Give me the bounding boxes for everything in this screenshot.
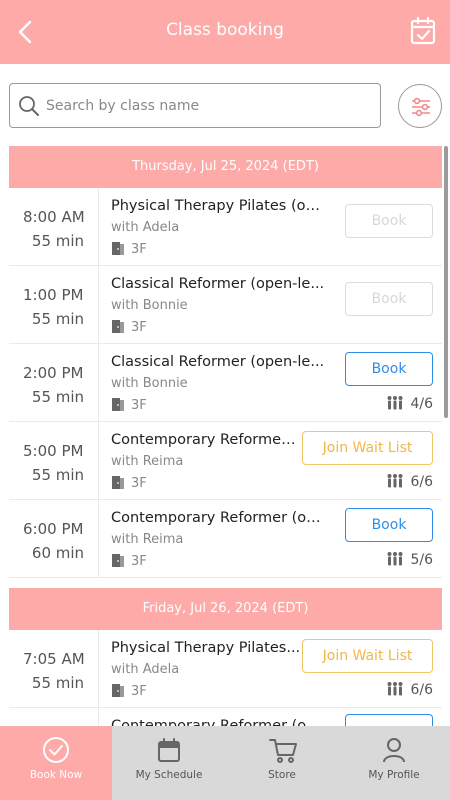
class-duration: 55 min	[31, 388, 85, 406]
class-duration: 55 min	[31, 674, 85, 692]
calendar-check-icon[interactable]	[410, 16, 436, 46]
capacity-count: 6/6	[386, 681, 433, 698]
room-label: 3F	[131, 398, 147, 413]
capacity-count: 5/6	[386, 551, 433, 568]
class-duration: 55 min	[31, 232, 85, 250]
tab-label: My Schedule	[135, 769, 203, 781]
time-column: 1:00 PM 55 min	[9, 266, 99, 344]
class-name[interactable]: Classical Reformer (open-le...	[111, 354, 326, 370]
search-box[interactable]	[9, 83, 381, 128]
join-wait-list-button[interactable]: Join Wait List	[302, 639, 433, 673]
class-time: 6:00 PM	[23, 520, 84, 538]
class-row[interactable]: 2:00 PM 55 min Classical Reformer (open-…	[9, 344, 442, 422]
day-spacer	[9, 578, 442, 588]
room-label: 3F	[131, 684, 147, 699]
class-instructor: with Reima	[111, 454, 184, 469]
capacity-count: 4/6	[386, 395, 433, 412]
room-label: 3F	[131, 320, 147, 335]
tab-my-schedule[interactable]: My Schedule	[113, 726, 225, 800]
class-instructor: with Bonnie	[111, 298, 188, 313]
class-row[interactable]: 8:00 AM 55 min Physical Therapy Pilates …	[9, 188, 442, 266]
people-icon	[387, 474, 403, 488]
door-icon	[112, 320, 124, 333]
search-icon	[19, 96, 39, 116]
page-title: Class booking	[166, 20, 284, 40]
check-circle-icon	[43, 737, 69, 763]
search-input[interactable]	[46, 92, 372, 120]
room-label: 3F	[131, 242, 147, 257]
class-duration: 55 min	[31, 466, 85, 484]
tab-book-now[interactable]: Book Now	[0, 726, 112, 800]
capacity-label: 5/6	[410, 552, 433, 568]
scrollbar[interactable]	[444, 146, 448, 418]
class-row[interactable]: 1:00 PM 55 min Classical Reformer (open-…	[9, 266, 442, 344]
capacity-label: 6/6	[410, 682, 433, 698]
door-icon	[112, 554, 124, 567]
app-header: Class booking	[0, 0, 450, 64]
class-instructor: with Adela	[111, 662, 180, 677]
time-column: 5:00 PM 55 min	[9, 422, 99, 500]
door-icon	[112, 242, 124, 255]
day-header: Friday, Jul 26, 2024 (EDT)	[9, 588, 442, 630]
book-button[interactable]: Book	[345, 352, 433, 386]
book-button: Book	[345, 204, 433, 238]
class-time: 8:00 AM	[23, 208, 85, 226]
day-header: Thursday, Jul 25, 2024 (EDT)	[9, 146, 442, 188]
capacity-label: 4/6	[410, 396, 433, 412]
time-column: 8:00 AM 55 min	[9, 188, 99, 266]
class-time: 1:00 PM	[23, 286, 84, 304]
bottom-tab-bar: Book Now My Schedule Store My Profile	[0, 726, 450, 800]
door-icon	[112, 476, 124, 489]
class-room: 3F	[111, 553, 147, 569]
door-icon	[112, 684, 124, 697]
room-label: 3F	[131, 554, 147, 569]
tab-store[interactable]: Store	[226, 726, 338, 800]
class-room: 3F	[111, 319, 147, 335]
class-time: 7:05 AM	[23, 650, 85, 668]
class-instructor: with Bonnie	[111, 376, 188, 391]
class-room: 3F	[111, 397, 147, 413]
tab-label: My Profile	[368, 769, 420, 781]
time-column: 2:00 PM 55 min	[9, 344, 99, 422]
class-name[interactable]: Contemporary Reformer (op...	[111, 510, 326, 526]
class-room: 3F	[111, 683, 147, 699]
filter-button[interactable]	[398, 84, 442, 128]
sliders-icon	[412, 97, 430, 117]
class-list[interactable]: Thursday, Jul 25, 2024 (EDT) 8:00 AM 55 …	[9, 146, 442, 786]
class-time: 2:00 PM	[23, 364, 84, 382]
people-icon	[387, 396, 403, 410]
class-duration: 60 min	[31, 544, 85, 562]
class-room: 3F	[111, 241, 147, 257]
tab-label: Store	[268, 769, 296, 781]
class-duration: 55 min	[31, 310, 85, 328]
class-row[interactable]: 5:00 PM 55 min Contemporary Reformer... …	[9, 422, 442, 500]
book-button: Book	[345, 282, 433, 316]
class-name[interactable]: Physical Therapy Pilates...	[111, 640, 301, 656]
time-column: 6:00 PM 60 min	[9, 500, 99, 578]
capacity-label: 6/6	[410, 474, 433, 490]
class-name[interactable]: Contemporary Reformer...	[111, 432, 296, 448]
book-button[interactable]: Book	[345, 508, 433, 542]
door-icon	[112, 398, 124, 411]
join-wait-list-button[interactable]: Join Wait List	[302, 431, 433, 465]
tab-label: Book Now	[29, 769, 83, 781]
tab-my-profile[interactable]: My Profile	[338, 726, 450, 800]
person-icon	[383, 738, 405, 763]
class-row[interactable]: 6:00 PM 60 min Contemporary Reformer (op…	[9, 500, 442, 578]
cart-icon	[269, 739, 297, 763]
class-time: 5:00 PM	[23, 442, 84, 460]
class-name[interactable]: Physical Therapy Pilates (op...	[111, 198, 326, 214]
people-icon	[387, 552, 403, 566]
class-room: 3F	[111, 475, 147, 491]
class-instructor: with Reima	[111, 532, 184, 547]
class-instructor: with Adela	[111, 220, 180, 235]
capacity-count: 6/6	[386, 473, 433, 490]
people-icon	[387, 682, 403, 696]
class-row[interactable]: 7:05 AM 55 min Physical Therapy Pilates.…	[9, 630, 442, 708]
class-name[interactable]: Classical Reformer (open-le...	[111, 276, 326, 292]
time-column: 7:05 AM 55 min	[9, 630, 99, 708]
room-label: 3F	[131, 476, 147, 491]
calendar-icon	[158, 738, 180, 762]
